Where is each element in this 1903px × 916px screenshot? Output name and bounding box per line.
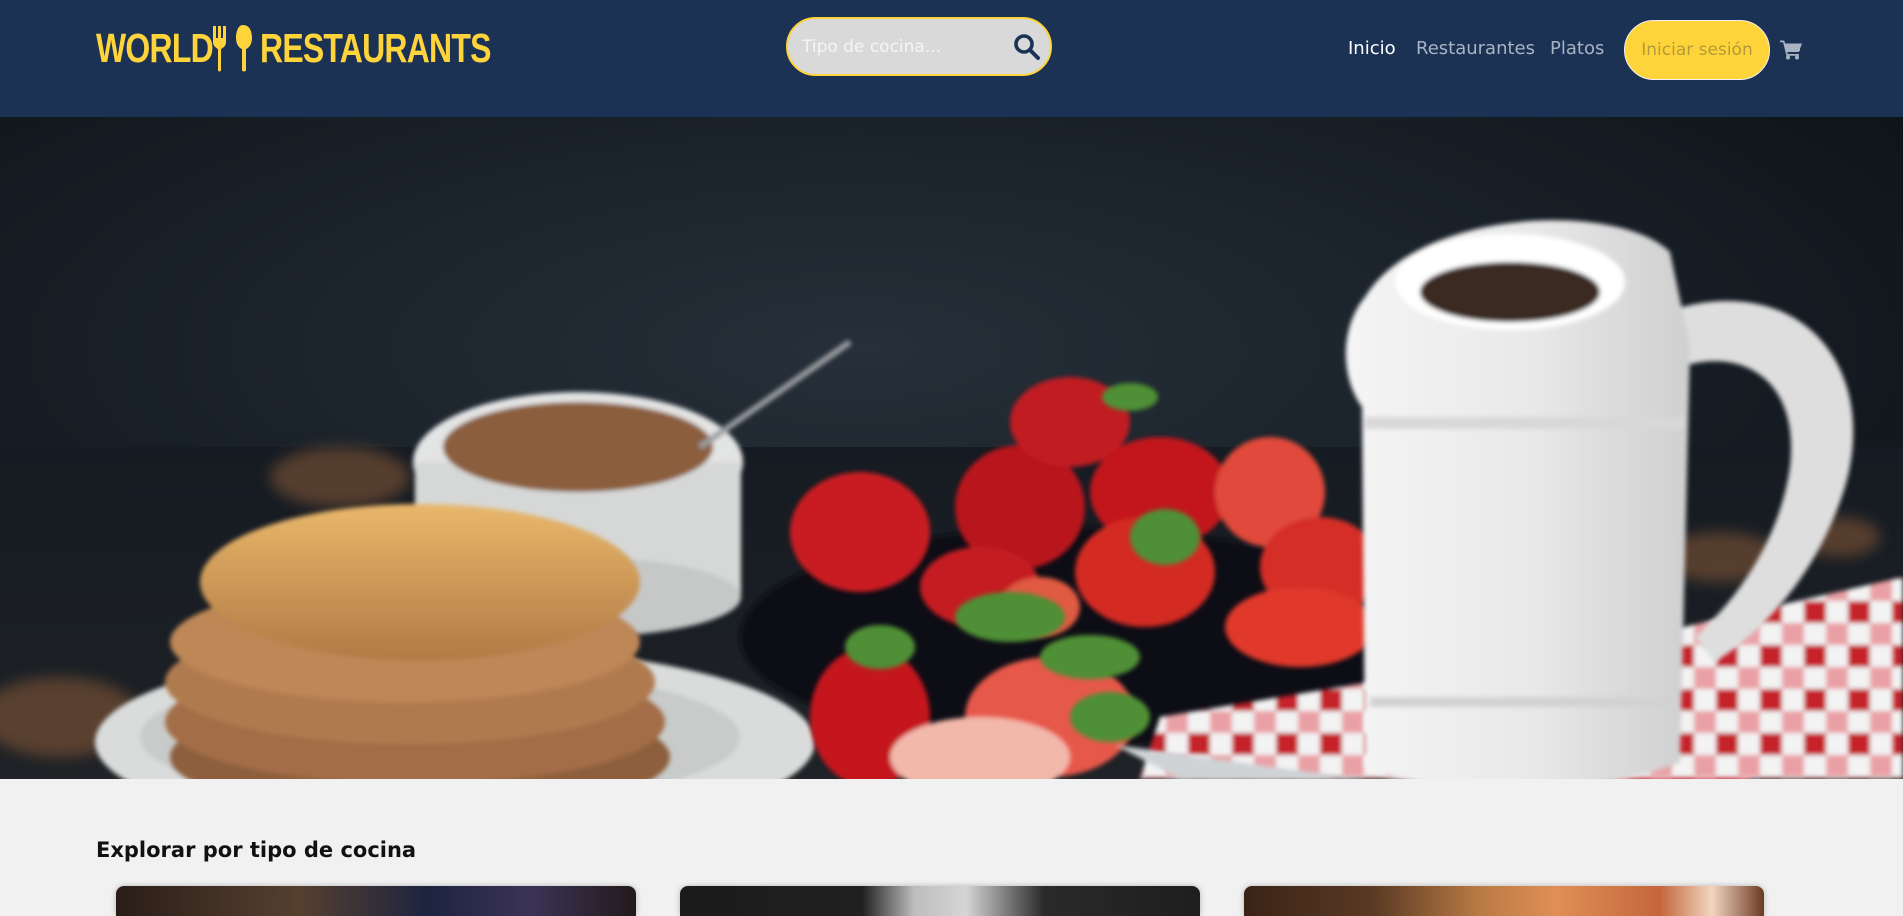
brand-word-right: RESTAURANTS: [260, 24, 491, 71]
fork-spoon-icon: [213, 25, 252, 72]
nav-link-restaurantes[interactable]: Restaurantes: [1416, 38, 1535, 59]
login-button[interactable]: Iniciar sesión: [1624, 20, 1770, 80]
cuisine-card-3[interactable]: [1244, 886, 1764, 916]
nav-link-inicio[interactable]: Inicio: [1348, 38, 1396, 59]
cuisine-card-1[interactable]: [116, 886, 636, 916]
section-title-explore: Explorar por tipo de cocina: [96, 838, 417, 862]
brand-word-left: WORLD: [96, 24, 214, 71]
nav-link-platos[interactable]: Platos: [1550, 38, 1604, 59]
navbar: WORLD RESTAURANTS Inicio Restaurantes Pl…: [0, 0, 1903, 117]
search-box: [786, 17, 1052, 76]
shopping-cart-icon[interactable]: [1780, 40, 1802, 60]
search-input[interactable]: [800, 19, 1000, 74]
cuisine-card-2[interactable]: [680, 886, 1200, 916]
hero-photo: [0, 117, 1903, 779]
search-icon[interactable]: [1012, 32, 1042, 62]
hero-image: [0, 117, 1903, 779]
brand-logo[interactable]: WORLD RESTAURANTS: [96, 22, 496, 74]
